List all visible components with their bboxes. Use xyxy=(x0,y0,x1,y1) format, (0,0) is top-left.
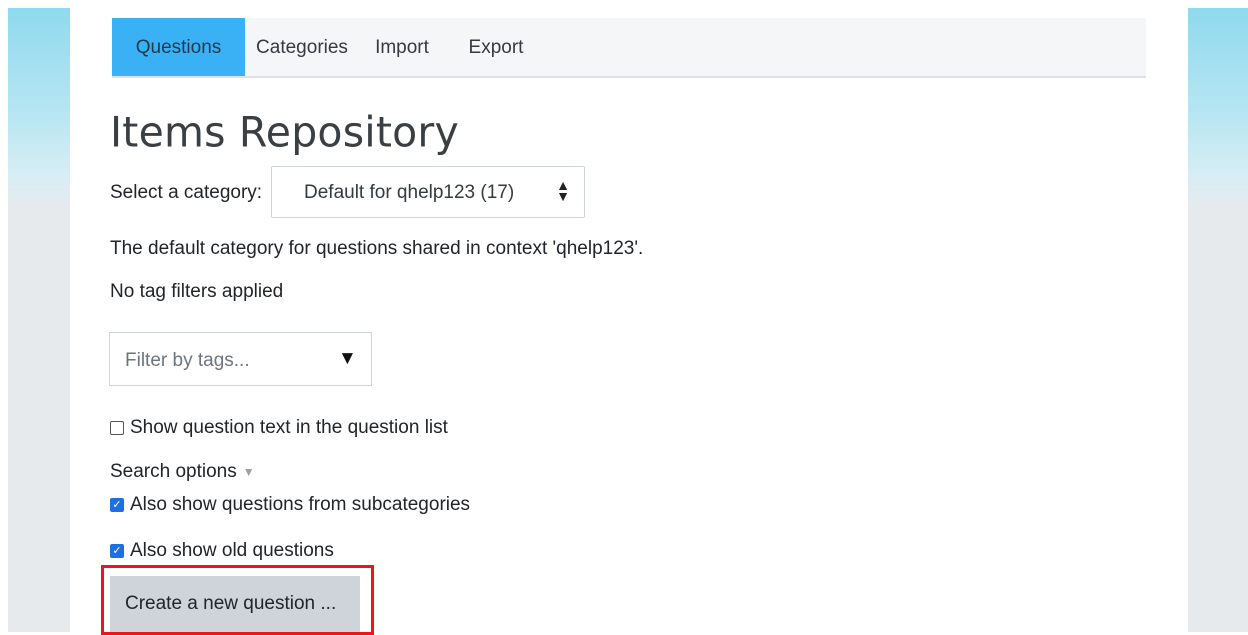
category-description: The default category for questions share… xyxy=(110,238,644,259)
category-select[interactable]: Default for qhelp123 (17) ▲ ▼ xyxy=(271,166,585,218)
dropdown-triangle-icon[interactable]: ▼ xyxy=(338,348,357,370)
tab-import[interactable]: Import xyxy=(359,18,445,76)
tag-status: No tag filters applied xyxy=(110,281,284,302)
tag-filter-placeholder: Filter by tags... xyxy=(125,350,250,371)
search-options-toggle[interactable]: Search options ▼ xyxy=(110,461,255,483)
subcategories-label: Also show questions from subcategories xyxy=(130,494,471,515)
updown-arrows-icon: ▲ ▼ xyxy=(556,177,570,204)
show-question-text-label: Show question text in the question list xyxy=(130,417,448,438)
show-question-text-option: Show question text in the question list xyxy=(110,417,448,439)
create-question-button[interactable]: Create a new question ... xyxy=(110,576,360,632)
background-left xyxy=(8,8,70,632)
tab-questions[interactable]: Questions xyxy=(112,18,245,76)
category-label: Select a category: xyxy=(110,182,263,203)
show-question-text-checkbox[interactable] xyxy=(110,421,124,435)
page-title: Items Repository xyxy=(110,107,459,157)
tab-bar: Questions Categories Import Export xyxy=(112,18,1146,78)
old-questions-label: Also show old questions xyxy=(130,540,334,561)
tab-export[interactable]: Export xyxy=(445,18,547,76)
subcategories-checkbox[interactable]: ✓ xyxy=(110,498,124,512)
caret-down-icon: ▼ xyxy=(242,464,255,479)
subcategories-option: ✓ Also show questions from subcategories xyxy=(110,494,470,516)
old-questions-checkbox[interactable]: ✓ xyxy=(110,544,124,558)
tag-filter-input[interactable]: Filter by tags... ▼ xyxy=(109,332,372,386)
search-options-label: Search options xyxy=(110,461,237,482)
background-right xyxy=(1188,8,1248,632)
old-questions-option: ✓ Also show old questions xyxy=(110,540,334,562)
category-select-value: Default for qhelp123 (17) xyxy=(304,182,515,203)
tab-categories[interactable]: Categories xyxy=(245,18,359,76)
main-panel xyxy=(70,0,1188,632)
